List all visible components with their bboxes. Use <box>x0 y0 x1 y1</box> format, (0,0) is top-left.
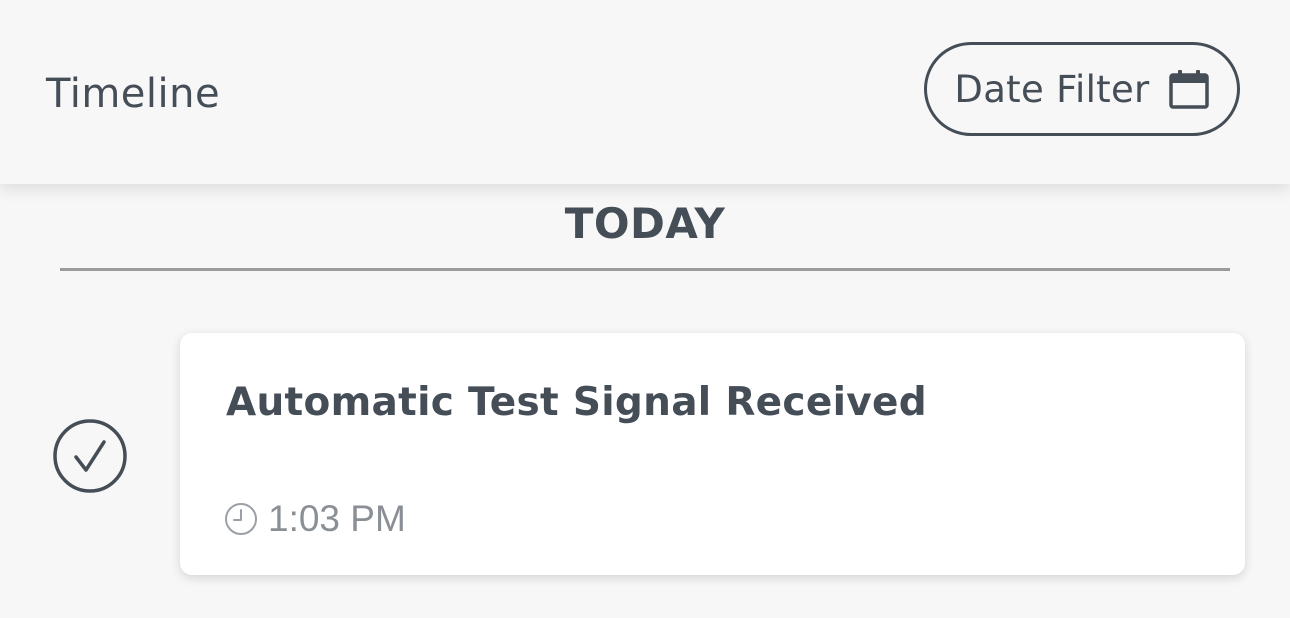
calendar-icon <box>1168 68 1210 110</box>
top-bar: Timeline Date Filter <box>0 0 1290 184</box>
section-heading-today: TODAY <box>564 199 726 248</box>
timeline-event-card[interactable]: Automatic Test Signal Received 1:03 PM <box>180 333 1245 575</box>
date-filter-label: Date Filter <box>954 67 1150 111</box>
clock-icon <box>224 502 258 536</box>
event-title: Automatic Test Signal Received <box>226 380 927 425</box>
event-time-row: 1:03 PM <box>224 497 406 541</box>
check-circle-icon <box>52 418 128 494</box>
section-divider <box>60 268 1230 271</box>
page-title: Timeline <box>46 71 221 117</box>
event-time: 1:03 PM <box>268 498 406 539</box>
date-filter-button[interactable]: Date Filter <box>924 42 1240 136</box>
